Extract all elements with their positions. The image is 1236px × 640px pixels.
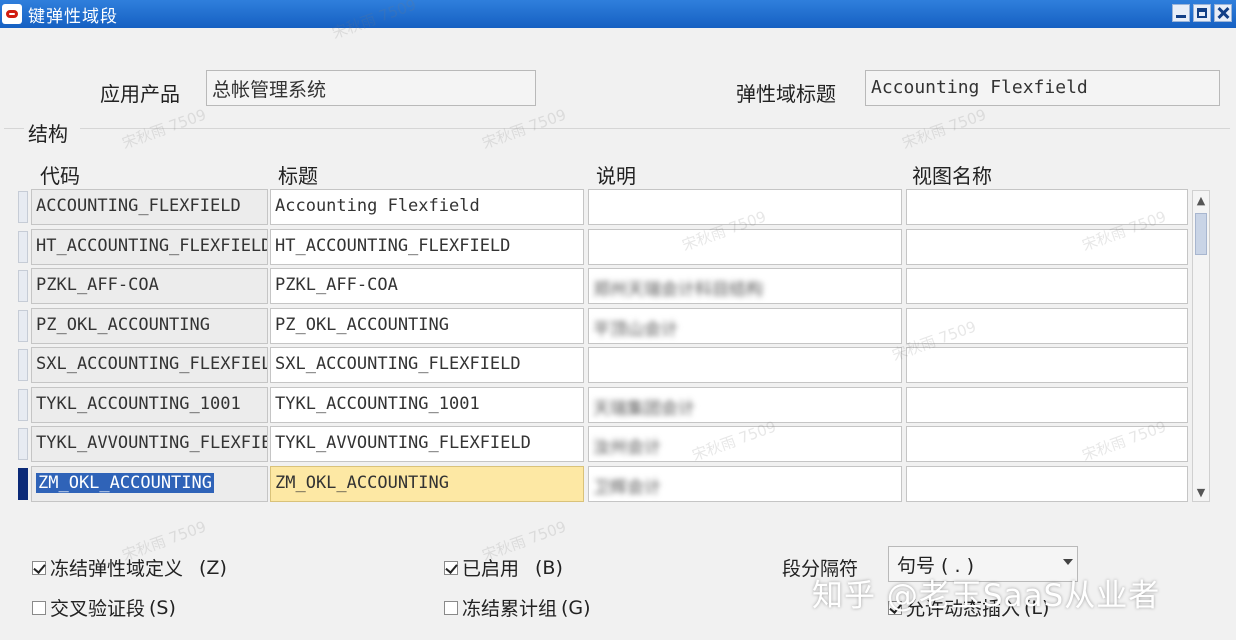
col-header-desc: 说明 bbox=[596, 164, 636, 188]
table-scrollbar[interactable]: ▲ ▼ bbox=[1192, 190, 1210, 502]
title-cell[interactable]: PZ_OKL_ACCOUNTING bbox=[270, 308, 584, 344]
title-cell[interactable]: HT_ACCOUNTING_FLEXFIELD bbox=[270, 229, 584, 265]
col-header-title: 标题 bbox=[278, 164, 318, 188]
close-button[interactable] bbox=[1214, 4, 1232, 22]
maximize-button[interactable] bbox=[1193, 4, 1211, 22]
desc-cell[interactable]: 卫辉会计 bbox=[588, 466, 902, 502]
desc-cell[interactable]: 平顶山会计 bbox=[588, 308, 902, 344]
row-indicator-active[interactable] bbox=[18, 468, 28, 500]
col-header-code: 代码 bbox=[40, 164, 80, 188]
view-cell[interactable] bbox=[906, 387, 1188, 423]
checkbox-unchecked-icon[interactable] bbox=[444, 600, 458, 615]
code-cell[interactable]: PZKL_AFF-COA bbox=[31, 268, 268, 304]
checkbox-unchecked-icon[interactable] bbox=[32, 600, 46, 615]
freeze-def-shortcut: (Z) bbox=[199, 556, 227, 579]
row-indicator[interactable] bbox=[18, 191, 28, 223]
freeze-rollup-label: 冻结累计组 bbox=[462, 598, 558, 620]
section-divider-left bbox=[4, 128, 24, 129]
blurred-desc-text: 天瑞集团会计 bbox=[593, 399, 695, 419]
title-cell[interactable]: PZKL_AFF-COA bbox=[270, 268, 584, 304]
row-indicator[interactable] bbox=[18, 389, 28, 421]
cross-validate-checkbox[interactable]: 交叉验证段 (S) bbox=[32, 594, 176, 621]
code-cell[interactable]: SXL_ACCOUNTING_FLEXFIELD bbox=[31, 347, 268, 383]
title-bar: 键弹性域段 bbox=[0, 0, 1236, 28]
freeze-rollup-shortcut: (G) bbox=[561, 596, 591, 619]
title-cell[interactable]: Accounting Flexfield bbox=[270, 189, 584, 225]
code-cell[interactable]: ACCOUNTING_FLEXFIELD bbox=[31, 189, 268, 225]
cross-validate-shortcut: (S) bbox=[149, 596, 176, 619]
minimize-button[interactable] bbox=[1172, 4, 1190, 22]
blurred-desc-text: 郑州天瑞会计科目结构 bbox=[593, 280, 763, 300]
freeze-def-label: 冻结弹性域定义 bbox=[50, 558, 184, 580]
desc-cell[interactable] bbox=[588, 347, 902, 383]
selected-code-text: ZM_OKL_ACCOUNTING bbox=[36, 473, 214, 493]
checkbox-checked-icon[interactable] bbox=[32, 560, 46, 575]
code-cell[interactable]: HT_ACCOUNTING_FLEXFIELD bbox=[31, 229, 268, 265]
zhihu-watermark: 知乎 @老玉SaaS从业者 bbox=[812, 578, 1161, 614]
desc-cell[interactable]: 天瑞集团会计 bbox=[588, 387, 902, 423]
freeze-rollup-checkbox[interactable]: 冻结累计组 (G) bbox=[444, 594, 591, 621]
row-indicator[interactable] bbox=[18, 349, 28, 381]
checkbox-checked-icon[interactable] bbox=[444, 560, 458, 575]
app-product-field[interactable]: 总帐管理系统 bbox=[206, 70, 536, 106]
view-cell[interactable] bbox=[906, 229, 1188, 265]
scroll-down-icon[interactable]: ▼ bbox=[1194, 485, 1208, 499]
chevron-down-icon[interactable] bbox=[1063, 559, 1073, 565]
row-indicator[interactable] bbox=[18, 231, 28, 263]
row-indicator[interactable] bbox=[18, 310, 28, 342]
title-cell[interactable]: TYKL_AVVOUNTING_FLEXFIELD bbox=[270, 426, 584, 462]
desc-cell[interactable]: 郑州天瑞会计科目结构 bbox=[588, 268, 902, 304]
flex-title-field[interactable]: Accounting Flexfield bbox=[865, 70, 1220, 106]
view-cell[interactable] bbox=[906, 347, 1188, 383]
view-cell[interactable] bbox=[906, 268, 1188, 304]
col-header-view: 视图名称 bbox=[912, 164, 992, 188]
blurred-desc-text: 卫辉会计 bbox=[593, 478, 661, 498]
code-cell[interactable]: PZ_OKL_ACCOUNTING bbox=[31, 308, 268, 344]
title-cell[interactable]: SXL_ACCOUNTING_FLEXFIELD bbox=[270, 347, 584, 383]
flex-title-label: 弹性域标题 bbox=[736, 82, 836, 106]
app-product-label: 应用产品 bbox=[100, 82, 180, 106]
desc-cell[interactable] bbox=[588, 229, 902, 265]
view-cell[interactable] bbox=[906, 466, 1188, 502]
structure-section-label: 结构 bbox=[28, 122, 68, 146]
window-title: 键弹性域段 bbox=[28, 6, 118, 27]
scroll-thumb[interactable] bbox=[1195, 213, 1207, 255]
code-cell[interactable]: ZM_OKL_ACCOUNTING bbox=[31, 466, 268, 502]
row-indicator[interactable] bbox=[18, 428, 28, 460]
enabled-shortcut: (B) bbox=[535, 556, 563, 579]
cross-validate-label: 交叉验证段 bbox=[50, 598, 146, 620]
row-indicator[interactable] bbox=[18, 270, 28, 302]
title-cell-active[interactable]: ZM_OKL_ACCOUNTING bbox=[270, 466, 584, 502]
code-cell[interactable]: TYKL_ACCOUNTING_1001 bbox=[31, 387, 268, 423]
code-cell[interactable]: TYKL_AVVOUNTING_FLEXFIELD bbox=[31, 426, 268, 462]
blurred-desc-text: 汝州会计 bbox=[593, 438, 661, 458]
section-divider bbox=[80, 128, 1230, 129]
blurred-desc-text: 平顶山会计 bbox=[593, 320, 678, 340]
scroll-up-icon[interactable]: ▲ bbox=[1194, 193, 1208, 207]
title-cell[interactable]: TYKL_ACCOUNTING_1001 bbox=[270, 387, 584, 423]
oracle-app-icon bbox=[2, 4, 22, 24]
